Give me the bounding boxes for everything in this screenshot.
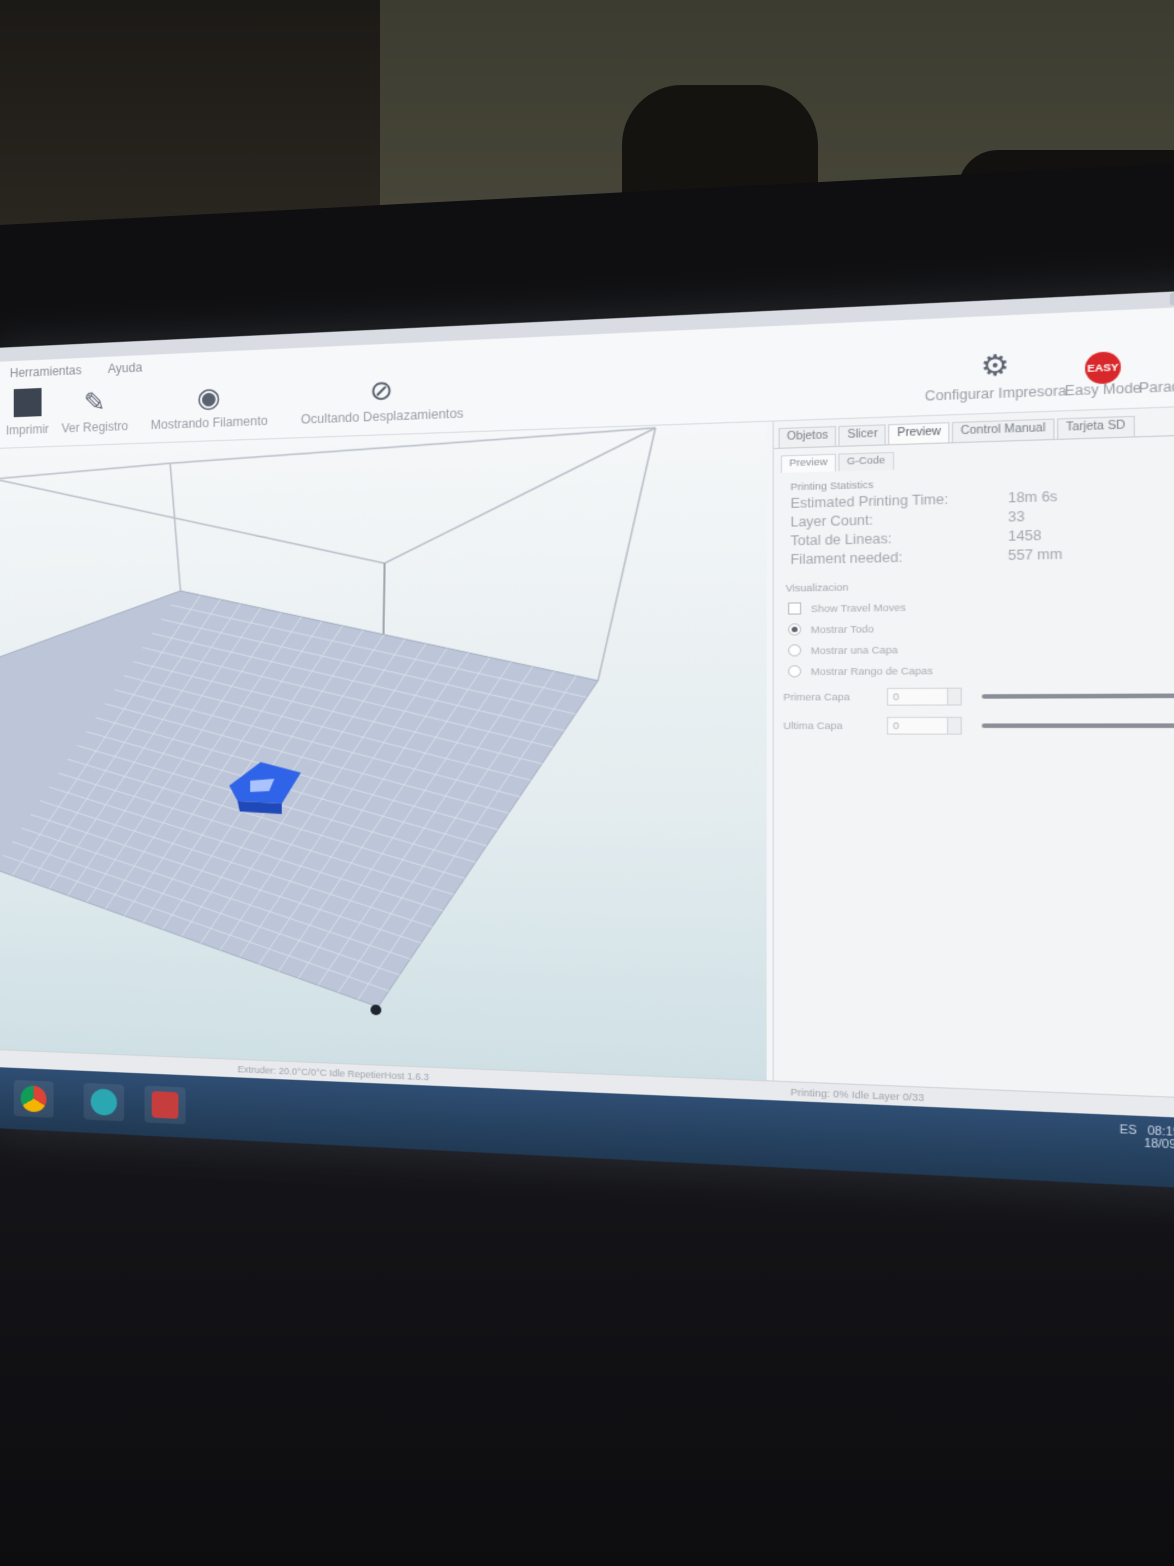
build-volume: [0, 422, 767, 1080]
chrome-taskbar-button[interactable]: [13, 1079, 54, 1118]
first-layer-stepper[interactable]: [948, 687, 962, 706]
arduino-taskbar-button[interactable]: [83, 1082, 125, 1122]
eye-icon: ◉: [197, 381, 221, 414]
option-label: Mostrar Todo: [810, 623, 874, 635]
first-layer-slider[interactable]: [981, 693, 1174, 699]
show-filament-button[interactable]: ◉ Mostrando Filamento: [151, 378, 268, 432]
tab-preview[interactable]: Preview: [888, 422, 950, 445]
minimize-button[interactable]: [1169, 291, 1174, 306]
stat-label: Estimated Printing Time:: [790, 491, 949, 512]
last-layer-row: Ultima Capa 0: [783, 716, 1174, 735]
first-layer-label: Primera Capa: [783, 691, 850, 703]
menu-herramientas[interactable]: Herramientas: [10, 363, 82, 380]
show-travel-checkbox[interactable]: [788, 602, 802, 615]
shelf: [0, 0, 380, 230]
stat-label: Layer Count:: [790, 512, 874, 530]
chrome-icon: [20, 1085, 47, 1113]
last-layer-label: Ultima Capa: [783, 720, 843, 732]
stat-value: 1458: [1007, 527, 1042, 545]
system-tray: ES 08:19 p.m. 18/09/2017: [1120, 1124, 1174, 1153]
side-panel: Objetos Slicer Preview Control Manual Ta…: [772, 403, 1174, 1102]
eye-hidden-icon: ⊘: [369, 374, 394, 407]
tab-control-manual[interactable]: Control Manual: [952, 418, 1055, 443]
view-log-label: Ver Registro: [61, 418, 129, 436]
subtab-gcode[interactable]: G-Code: [838, 451, 894, 472]
emergency-stop-icon: [1139, 334, 1174, 377]
emergency-stop-button[interactable]: Parada de Emergencia: [1139, 334, 1174, 396]
3d-viewport[interactable]: [0, 421, 767, 1081]
tab-slicer[interactable]: Slicer: [838, 424, 887, 446]
repetier-icon: [151, 1091, 179, 1119]
stat-value: 18m 6s: [1007, 488, 1058, 506]
stat-label: Total de Lineas:: [790, 530, 892, 549]
arduino-icon: [90, 1088, 118, 1116]
configure-printer-label: Configurar Impresora: [924, 382, 1067, 404]
stat-label: Filament needed:: [790, 549, 903, 568]
show-filament-label: Mostrando Filamento: [150, 413, 268, 433]
print-label: Imprimir: [5, 421, 49, 438]
tab-objetos[interactable]: Objetos: [778, 426, 837, 448]
last-layer-slider[interactable]: [981, 723, 1174, 728]
language-indicator[interactable]: ES: [1120, 1124, 1137, 1137]
pencil-icon: ✎: [83, 386, 106, 418]
show-layer-range-radio[interactable]: [788, 665, 802, 678]
option-label: Mostrar una Capa: [810, 643, 898, 656]
show-all-radio[interactable]: [788, 623, 802, 636]
configure-printer-button[interactable]: ⚙ Configurar Impresora: [925, 344, 1067, 404]
show-one-layer-option[interactable]: Mostrar una Capa: [788, 640, 1174, 657]
show-travel-moves-option[interactable]: Show Travel Moves: [788, 595, 1174, 615]
hide-travel-button[interactable]: ⊘ Ocultando Desplazamientos: [301, 370, 464, 427]
keyboard: [0, 1180, 1174, 1566]
easy-mode-label: Easy Mode: [1064, 380, 1142, 399]
view-log-button[interactable]: ✎ Ver Registro: [62, 384, 129, 435]
clock-date: 18/09/2017: [1143, 1137, 1174, 1154]
gears-icon: ⚙: [980, 347, 1010, 383]
easy-mode-button[interactable]: EASY Easy Mode: [1064, 341, 1142, 399]
option-label: Mostrar Rango de Capas: [810, 664, 933, 677]
last-layer-input[interactable]: 0: [886, 716, 949, 735]
show-all-option[interactable]: Mostrar Todo: [788, 617, 1174, 636]
first-layer-input[interactable]: 0: [886, 687, 949, 706]
tab-tarjeta-sd[interactable]: Tarjeta SD: [1056, 415, 1135, 439]
menu-ayuda[interactable]: Ayuda: [108, 360, 142, 376]
print-button[interactable]: Imprimir: [5, 387, 49, 438]
stop-square-icon: [6, 387, 49, 422]
option-label: Show Travel Moves: [810, 601, 906, 614]
easy-stop-icon: EASY: [1065, 341, 1142, 385]
show-layer-range-option[interactable]: Mostrar Rango de Capas: [788, 662, 1174, 678]
stat-value: 557 mm: [1007, 546, 1063, 564]
subtab-preview[interactable]: Preview: [780, 453, 837, 473]
first-layer-row: Primera Capa 0: [783, 686, 1174, 706]
stat-value: 33: [1007, 508, 1025, 525]
visualization-title: Visualizacion: [785, 581, 849, 594]
app-window: Herramientas Ayuda Imprimir ✎ Ver Regist…: [0, 286, 1174, 1194]
last-layer-stepper[interactable]: [948, 716, 962, 735]
repetier-taskbar-button[interactable]: [144, 1085, 186, 1125]
show-one-layer-radio[interactable]: [788, 644, 802, 657]
